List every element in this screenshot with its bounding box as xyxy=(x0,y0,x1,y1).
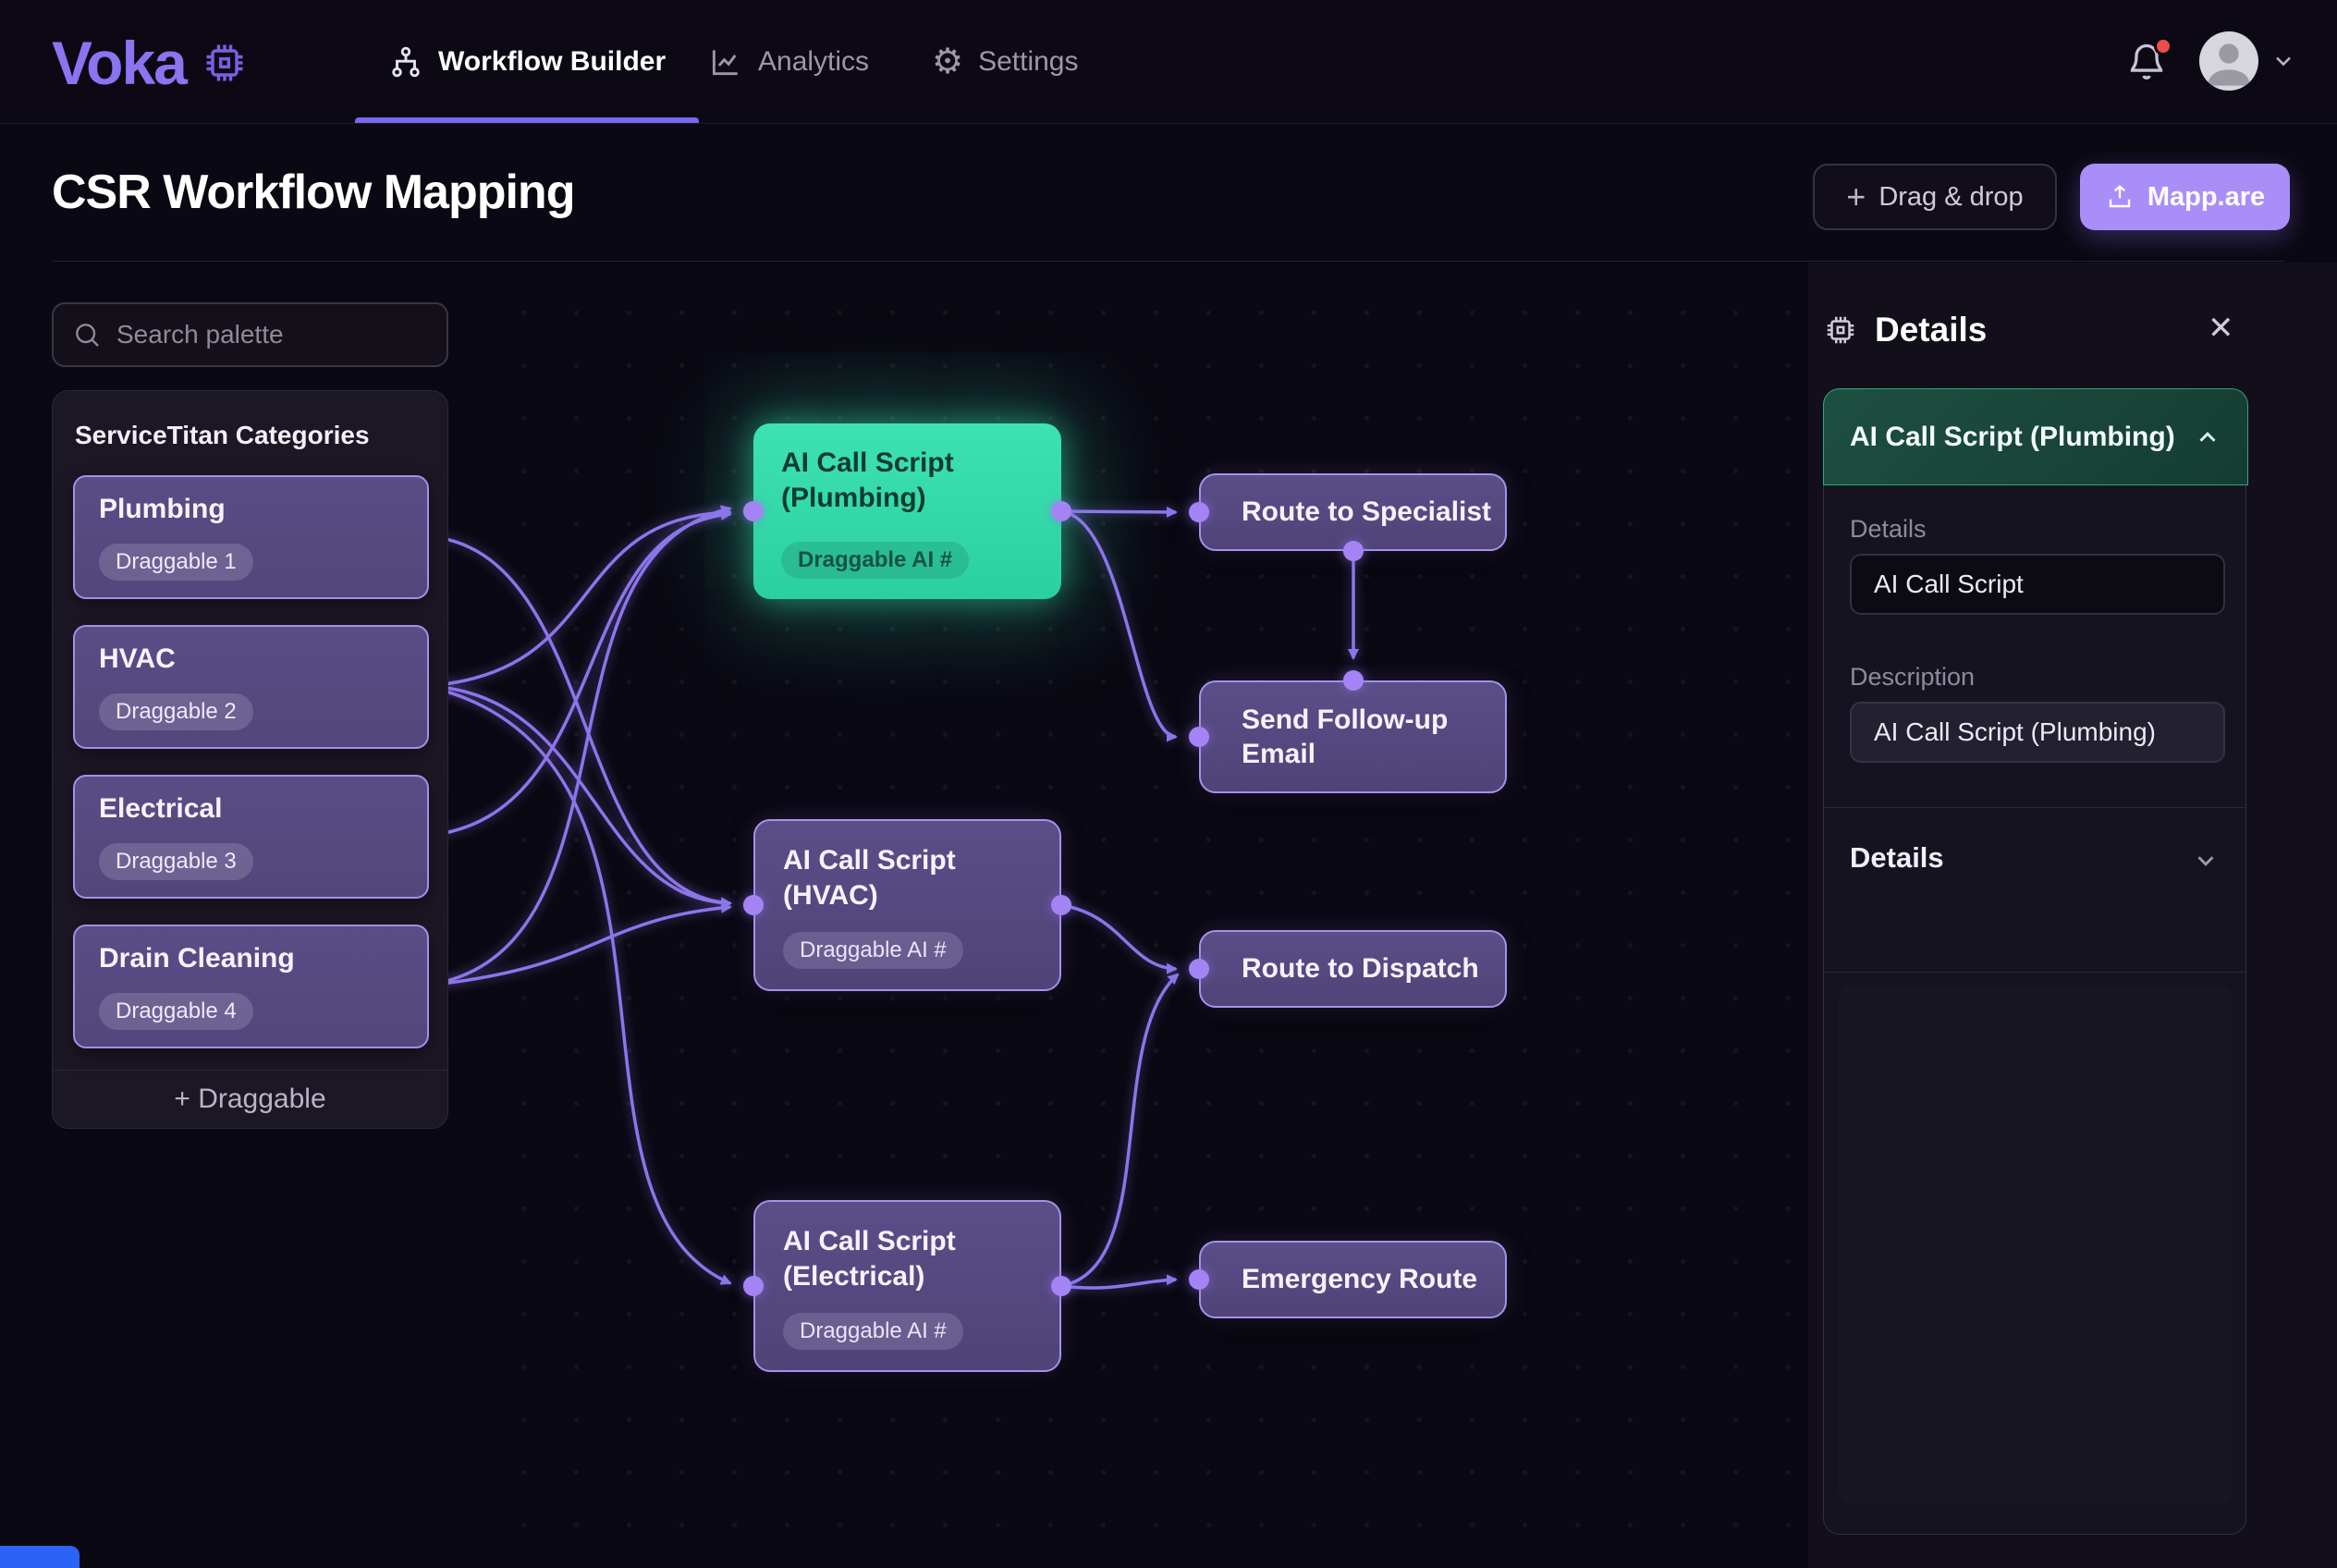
chevron-down-icon[interactable] xyxy=(2270,48,2296,74)
add-draggable-label: + Draggable xyxy=(174,1084,325,1115)
node-ai-call-script-electrical[interactable]: AI Call Script (Electrical) Draggable AI… xyxy=(753,1200,1061,1372)
gear-icon: ⚙ xyxy=(932,44,963,80)
brand-logo[interactable]: Voka xyxy=(52,28,249,98)
chip-icon xyxy=(201,39,249,87)
chip-icon xyxy=(1823,312,1858,348)
palette-item-badge: Draggable 3 xyxy=(99,843,253,880)
node-title: AI Call Script (Plumbing) xyxy=(781,446,1022,515)
node-ai-call-script-plumbing[interactable]: AI Call Script (Plumbing) Draggable AI # xyxy=(753,423,1061,599)
plus-icon: + xyxy=(1846,180,1866,214)
palette-item-title: Electrical xyxy=(99,793,222,825)
search-icon xyxy=(72,320,102,349)
header-divider xyxy=(52,261,2285,262)
node-title: Route to Dispatch xyxy=(1242,951,1479,986)
details-panel: Details ✕ AI Call Script (Plumbing) Deta… xyxy=(1808,263,2337,1568)
palette-search[interactable] xyxy=(52,302,448,367)
palette-item-title: HVAC xyxy=(99,643,176,675)
avatar[interactable] xyxy=(2199,31,2258,91)
details-panel-title: Details xyxy=(1875,311,1987,349)
palette-panel: ServiceTitan Categories Plumbing Draggab… xyxy=(52,390,448,1129)
node-badge: Draggable AI # xyxy=(783,932,963,969)
primary-action-button[interactable]: Mapp.are xyxy=(2080,164,2290,230)
divider xyxy=(1824,972,2245,973)
node-route-to-specialist[interactable]: Route to Specialist xyxy=(1199,473,1507,551)
palette-item-badge: Draggable 2 xyxy=(99,693,253,730)
tab-analytics[interactable]: Analytics xyxy=(708,0,869,123)
node-route-to-dispatch[interactable]: Route to Dispatch xyxy=(1199,930,1507,1008)
drag-drop-button[interactable]: + Drag & drop xyxy=(1813,164,2057,230)
node-title: Route to Specialist xyxy=(1242,495,1491,530)
palette-title: ServiceTitan Categories xyxy=(75,421,370,450)
bottom-left-accent xyxy=(0,1546,80,1568)
node-title: AI Call Script (Electrical) xyxy=(783,1224,1023,1293)
palette-item-hvac[interactable]: HVAC Draggable 2 xyxy=(73,625,429,749)
canvas[interactable] xyxy=(481,263,1808,1568)
node-badge: Draggable AI # xyxy=(781,542,969,579)
field-label: Details xyxy=(1850,515,1927,544)
upload-icon xyxy=(2105,182,2135,212)
collapsed-details-section[interactable]: Details xyxy=(1824,808,2245,972)
chevron-up-icon xyxy=(2194,423,2221,451)
collapsed-section-label: Details xyxy=(1850,841,1944,875)
palette-item-drain-cleaning[interactable]: Drain Cleaning Draggable 4 xyxy=(73,925,429,1048)
tab-label: Settings xyxy=(978,46,1078,78)
palette-item-title: Plumbing xyxy=(99,494,226,525)
accordion-header[interactable]: AI Call Script (Plumbing) xyxy=(1823,388,2248,485)
node-emergency-route[interactable]: Emergency Route xyxy=(1199,1241,1507,1318)
notifications-button[interactable] xyxy=(2126,41,2169,83)
empty-section xyxy=(1839,986,2233,1504)
details-field[interactable] xyxy=(1850,554,2225,615)
field-label: Description xyxy=(1850,663,1975,692)
accordion-title: AI Call Script (Plumbing) xyxy=(1850,422,2175,453)
tab-workflow-builder[interactable]: Workflow Builder xyxy=(388,0,666,123)
palette-item-badge: Draggable 1 xyxy=(99,544,253,581)
tab-label: Analytics xyxy=(758,46,869,78)
node-title: AI Call Script (HVAC) xyxy=(783,843,1023,913)
top-navbar: Voka Workflow Builder Analytics ⚙ Settin… xyxy=(0,0,2337,124)
node-title: Emergency Route xyxy=(1242,1262,1477,1297)
tab-settings[interactable]: ⚙ Settings xyxy=(932,0,1078,123)
palette-item-electrical[interactable]: Electrical Draggable 3 xyxy=(73,775,429,899)
add-draggable-button[interactable]: + Draggable xyxy=(53,1070,447,1128)
node-send-follow-up-email[interactable]: Send Follow-up Email xyxy=(1199,680,1507,793)
palette-item-title: Drain Cleaning xyxy=(99,943,295,974)
tab-label: Workflow Builder xyxy=(438,46,666,78)
workflow-icon xyxy=(388,44,423,80)
node-title: Send Follow-up Email xyxy=(1242,703,1463,772)
analytics-icon xyxy=(708,44,743,80)
description-field[interactable] xyxy=(1850,702,2225,763)
notification-badge xyxy=(2154,37,2172,55)
details-card: AI Call Script (Plumbing) Details Descri… xyxy=(1823,388,2246,1535)
page-title: CSR Workflow Mapping xyxy=(52,165,574,220)
chevron-down-icon xyxy=(2192,847,2220,875)
details-panel-header: Details xyxy=(1823,311,1987,349)
drag-drop-label: Drag & drop xyxy=(1878,182,2023,213)
person-icon xyxy=(2199,31,2258,91)
close-icon[interactable]: ✕ xyxy=(2208,312,2234,344)
node-badge: Draggable AI # xyxy=(783,1313,963,1350)
palette-item-plumbing[interactable]: Plumbing Draggable 1 xyxy=(73,475,429,599)
palette-item-badge: Draggable 4 xyxy=(99,993,253,1030)
brand-name: Voka xyxy=(52,28,186,98)
node-ai-call-script-hvac[interactable]: AI Call Script (HVAC) Draggable AI # xyxy=(753,819,1061,991)
search-input[interactable] xyxy=(116,320,450,349)
primary-action-label: Mapp.are xyxy=(2147,182,2265,213)
